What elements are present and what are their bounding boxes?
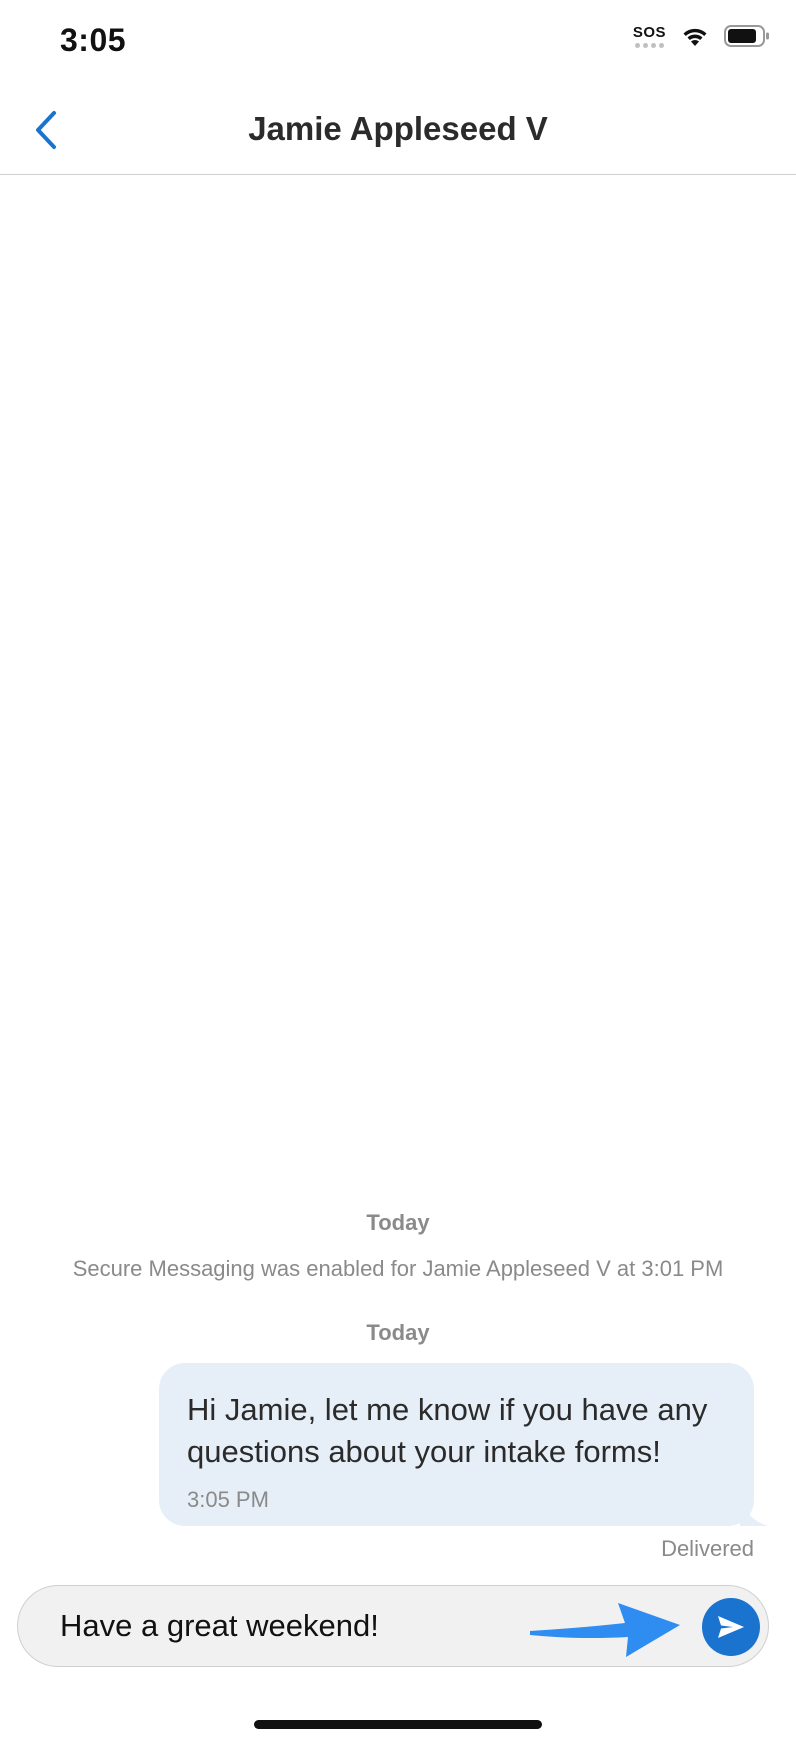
message-time: 3:05 PM: [187, 1487, 269, 1512]
sos-indicator: SOS: [633, 25, 666, 48]
home-indicator: [254, 1720, 542, 1729]
status-bar: 3:05 SOS: [0, 0, 796, 88]
wifi-icon: [683, 28, 707, 46]
nav-bar: Jamie Appleseed V: [0, 88, 796, 175]
sos-label: SOS: [632, 23, 666, 41]
day-label: Today: [366, 1320, 430, 1345]
message-input[interactable]: [60, 1586, 540, 1666]
outgoing-message-bubble[interactable]: Hi Jamie, let me know if you have any qu…: [159, 1363, 768, 1526]
bubble-tail: [740, 1502, 768, 1526]
status-time: 3:05: [60, 22, 127, 58]
send-button[interactable]: [702, 1598, 760, 1656]
delivered-status: Delivered: [661, 1536, 754, 1561]
message-text: Hi Jamie, let me know if you have any qu…: [187, 1392, 708, 1469]
status-icons: SOS: [633, 24, 770, 48]
system-message: Secure Messaging was enabled for Jamie A…: [72, 1256, 724, 1281]
battery-icon: [724, 25, 769, 47]
send-icon: [718, 1616, 744, 1638]
annotation-arrow-icon: [530, 1603, 680, 1657]
conversation-title: Jamie Appleseed V: [248, 110, 548, 147]
signal-dots-icon: [634, 42, 664, 48]
day-label: Today: [366, 1210, 430, 1235]
